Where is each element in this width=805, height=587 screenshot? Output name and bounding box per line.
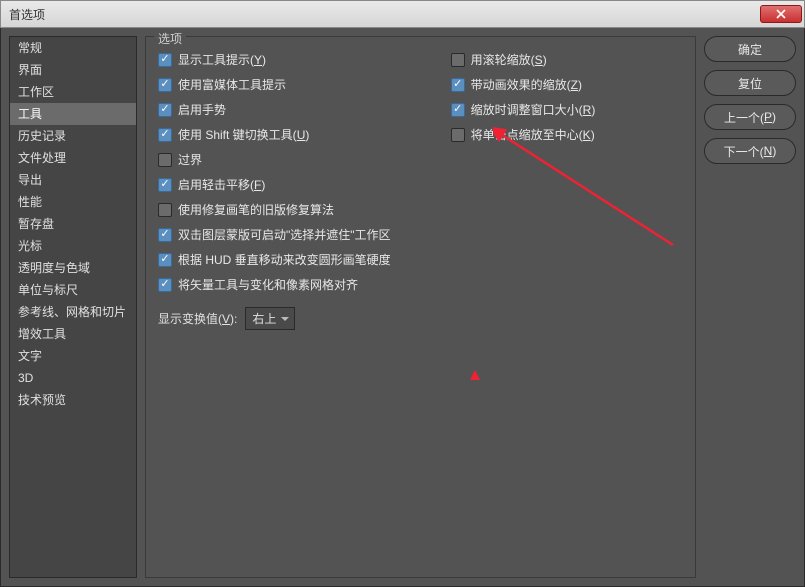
option-label: 使用富媒体工具提示 <box>178 76 286 93</box>
option-row: 启用轻击平移(F) <box>158 176 391 193</box>
option-row: 缩放时调整窗口大小(R) <box>451 101 596 118</box>
sidebar-item[interactable]: 常规 <box>10 37 136 59</box>
option-row: 带动画效果的缩放(Z) <box>451 76 596 93</box>
sidebar-item[interactable]: 界面 <box>10 59 136 81</box>
option-label: 启用手势 <box>178 101 226 118</box>
option-row: 显示工具提示(Y) <box>158 51 391 68</box>
option-checkbox[interactable] <box>158 228 172 242</box>
sidebar-item[interactable]: 工具 <box>10 103 136 125</box>
option-row: 过界 <box>158 151 391 168</box>
option-checkbox[interactable] <box>158 53 172 67</box>
transform-values-row: 显示变换值(V): 右上 <box>158 307 683 330</box>
sidebar-item[interactable]: 单位与标尺 <box>10 279 136 301</box>
option-checkbox[interactable] <box>158 103 172 117</box>
reset-button[interactable]: 复位 <box>704 70 796 96</box>
sidebar-item[interactable]: 性能 <box>10 191 136 213</box>
option-checkbox[interactable] <box>451 128 465 142</box>
prev-button[interactable]: 上一个(P) <box>704 104 796 130</box>
option-label: 启用轻击平移(F) <box>178 176 265 193</box>
sidebar-item[interactable]: 参考线、网格和切片 <box>10 301 136 323</box>
option-label: 显示工具提示(Y) <box>178 51 266 68</box>
titlebar: 首选项 <box>0 0 805 28</box>
option-row: 用滚轮缩放(S) <box>451 51 596 68</box>
sidebar-item[interactable]: 导出 <box>10 169 136 191</box>
option-checkbox[interactable] <box>158 128 172 142</box>
sidebar-item[interactable]: 历史记录 <box>10 125 136 147</box>
transform-label: 显示变换值(V): <box>158 310 237 327</box>
option-row: 使用 Shift 键切换工具(U) <box>158 126 391 143</box>
option-row: 启用手势 <box>158 101 391 118</box>
option-checkbox[interactable] <box>451 78 465 92</box>
options-panel: 选项 显示工具提示(Y)使用富媒体工具提示启用手势使用 Shift 键切换工具(… <box>145 36 696 578</box>
sidebar-item[interactable]: 增效工具 <box>10 323 136 345</box>
buttons-column: 确定 复位 上一个(P) 下一个(N) <box>704 36 796 578</box>
option-checkbox[interactable] <box>158 253 172 267</box>
option-row: 根据 HUD 垂直移动来改变圆形画笔硬度 <box>158 251 391 268</box>
ok-button[interactable]: 确定 <box>704 36 796 62</box>
option-checkbox[interactable] <box>451 103 465 117</box>
options-left-column: 显示工具提示(Y) 使用富媒体工具提示启用手势使用 Shift 键切换工具(U) 过… <box>158 51 391 293</box>
sidebar-item[interactable]: 工作区 <box>10 81 136 103</box>
option-label: 双击图层蒙版可启动"选择并遮住"工作区 <box>178 226 391 243</box>
close-icon <box>776 9 786 19</box>
sidebar-item[interactable]: 文字 <box>10 345 136 367</box>
option-label: 带动画效果的缩放(Z) <box>471 76 582 93</box>
option-row: 将单击点缩放至中心(K) <box>451 126 596 143</box>
sidebar-item[interactable]: 技术预览 <box>10 389 136 411</box>
option-label: 使用修复画笔的旧版修复算法 <box>178 201 334 218</box>
transform-values-dropdown[interactable]: 右上 <box>245 307 295 330</box>
option-checkbox[interactable] <box>158 178 172 192</box>
option-row: 使用修复画笔的旧版修复算法 <box>158 201 391 218</box>
next-button[interactable]: 下一个(N) <box>704 138 796 164</box>
option-row: 将矢量工具与变化和像素网格对齐 <box>158 276 391 293</box>
window-title: 首选项 <box>9 6 45 23</box>
annotation-marker-icon <box>470 370 482 382</box>
option-label: 用滚轮缩放(S) <box>471 51 547 68</box>
option-checkbox[interactable] <box>158 153 172 167</box>
close-button[interactable] <box>760 5 802 23</box>
option-label: 将矢量工具与变化和像素网格对齐 <box>178 276 358 293</box>
sidebar-item[interactable]: 3D <box>10 367 136 389</box>
option-label: 使用 Shift 键切换工具(U) <box>178 126 309 143</box>
option-label: 过界 <box>178 151 202 168</box>
option-checkbox[interactable] <box>158 203 172 217</box>
option-row: 双击图层蒙版可启动"选择并遮住"工作区 <box>158 226 391 243</box>
sidebar-item[interactable]: 透明度与色域 <box>10 257 136 279</box>
options-right-column: 用滚轮缩放(S) 带动画效果的缩放(Z) 缩放时调整窗口大小(R) 将单击点缩放至中心… <box>451 51 596 293</box>
sidebar-item[interactable]: 光标 <box>10 235 136 257</box>
option-checkbox[interactable] <box>451 53 465 67</box>
option-label: 缩放时调整窗口大小(R) <box>471 101 596 118</box>
sidebar-item[interactable]: 暂存盘 <box>10 213 136 235</box>
option-checkbox[interactable] <box>158 78 172 92</box>
panel-title: 选项 <box>154 30 186 47</box>
sidebar: 常规界面工作区工具历史记录文件处理导出性能暂存盘光标透明度与色域单位与标尺参考线… <box>9 36 137 578</box>
option-checkbox[interactable] <box>158 278 172 292</box>
option-row: 使用富媒体工具提示 <box>158 76 391 93</box>
option-label: 根据 HUD 垂直移动来改变圆形画笔硬度 <box>178 251 391 268</box>
option-label: 将单击点缩放至中心(K) <box>471 126 595 143</box>
sidebar-item[interactable]: 文件处理 <box>10 147 136 169</box>
